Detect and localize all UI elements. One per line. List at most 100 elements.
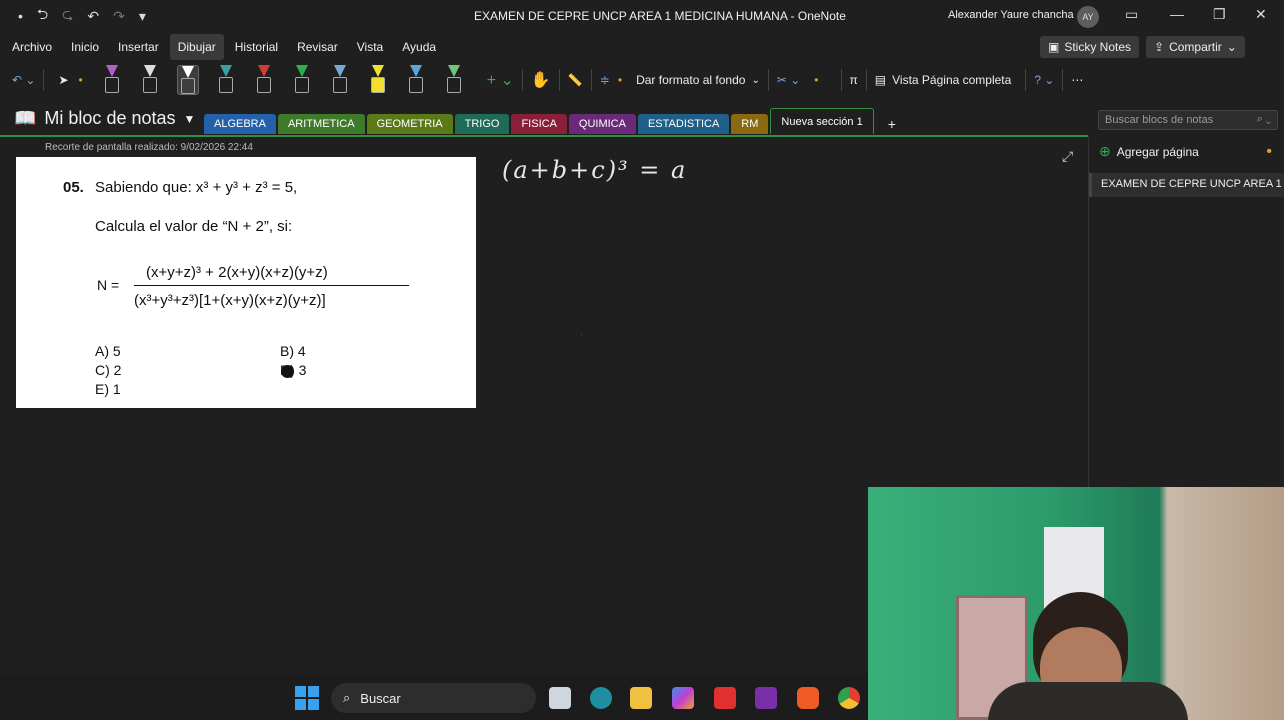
tab-quimica[interactable]: QUIMICA (568, 114, 636, 134)
menu-insertar[interactable]: Insertar (110, 34, 167, 60)
tab-geometria[interactable]: GEOMETRIA (366, 114, 453, 134)
menu-dibujar[interactable]: Dibujar (169, 34, 224, 60)
pen-tip-icon (181, 66, 194, 78)
customize-icon[interactable]: ▾ (139, 8, 146, 25)
undo-icon[interactable]: ↶ (87, 8, 99, 25)
pen-tip-icon (295, 65, 308, 77)
divider (521, 69, 523, 91)
pen-body-icon (332, 77, 347, 93)
highlighter-tool[interactable] (367, 65, 389, 95)
webcam-person-body (988, 682, 1188, 720)
pen-tip-icon (143, 65, 156, 77)
select-cursor-icon[interactable]: ➤ (58, 73, 68, 87)
add-pen-icon[interactable]: + ⌄ (487, 70, 514, 90)
format-background-button[interactable]: Dar formato al fondo (636, 73, 745, 87)
forward-icon[interactable]: ⮎ (62, 4, 73, 28)
avatar[interactable]: AY (1077, 6, 1099, 28)
pen-tip-icon (447, 65, 460, 77)
fullscreen-icon[interactable]: ▭ (1125, 6, 1138, 23)
pen-tool[interactable] (405, 65, 427, 95)
menu-revisar[interactable]: Revisar (289, 34, 346, 60)
share-button[interactable]: ⇪ Compartir ⌄ (1146, 36, 1245, 58)
pen-tool[interactable] (443, 65, 465, 95)
close-icon[interactable]: ✕ (1255, 6, 1267, 23)
page-entry[interactable]: EXAMEN DE CEPRE UNCP AREA 1 (1089, 173, 1284, 197)
search-icon[interactable]: ⌕ ⌄ (1257, 113, 1271, 126)
copilot-icon[interactable] (672, 687, 694, 709)
menu-ayuda[interactable]: Ayuda (394, 34, 444, 60)
tab-trigo[interactable]: TRIGO (454, 114, 510, 134)
task-view-icon[interactable] (549, 687, 571, 709)
search-placeholder: Buscar blocs de notas (1105, 114, 1214, 126)
full-page-view-button[interactable]: Vista Página completa (892, 73, 1011, 87)
taskbar-search[interactable]: ⌕ Buscar (331, 683, 536, 713)
file-explorer-icon[interactable] (630, 687, 652, 709)
help-icon[interactable]: ? ⌄ (1034, 73, 1054, 87)
screenshot-clip[interactable]: 05. Sabiendo que: x³ + y³ + z³ = 5, Calc… (16, 157, 476, 408)
pen-tool[interactable] (101, 65, 123, 95)
divider (43, 69, 45, 91)
problem-given: Sabiendo que: x³ + y³ + z³ = 5, (95, 179, 298, 196)
undo-ribbon-icon[interactable]: ↶ ⌄ (12, 73, 35, 87)
add-page-button[interactable]: ⊕ Agregar página (1099, 143, 1199, 160)
windows-start-icon[interactable] (295, 686, 319, 710)
pen-body-icon (142, 77, 157, 93)
wps-office-icon[interactable] (714, 687, 736, 709)
pen-tip-icon (105, 65, 118, 77)
more-icon[interactable]: ⋯ (1071, 73, 1083, 87)
menu-archivo[interactable]: Archivo (4, 34, 60, 60)
pen-tip-icon (257, 65, 270, 77)
tab-aritmetica[interactable]: ARITMETICA (277, 114, 365, 134)
redo-icon[interactable]: ↷ (113, 8, 125, 25)
tab-nueva-seccion-1[interactable]: Nueva sección 1 (770, 108, 874, 134)
option-b: B) 4 (280, 343, 306, 359)
restore-icon[interactable]: ❐ (1213, 6, 1226, 23)
add-page-label: Agregar página (1116, 144, 1199, 159)
handwritten-ink[interactable]: (a+b+c)³ = a (502, 156, 687, 184)
taskbar-search-label: Buscar (360, 690, 401, 706)
option-c: C) 2 (95, 362, 122, 378)
menu-vista[interactable]: Vista (349, 34, 391, 60)
tab-algebra[interactable]: ALGEBRA (204, 114, 276, 134)
pen-body-icon (408, 77, 423, 93)
vivaldi-icon[interactable] (590, 687, 612, 709)
tab-rm[interactable]: RM (731, 114, 769, 134)
pen-tip-icon (371, 65, 384, 77)
pen-tip-icon (219, 65, 232, 77)
menu-historial[interactable]: Historial (227, 34, 286, 60)
back-icon[interactable]: ⮌ (37, 4, 48, 28)
hand-icon[interactable]: ✋ (531, 70, 551, 90)
add-section-icon[interactable]: + (888, 116, 896, 134)
start-tile (295, 699, 306, 710)
share-icon: ⇪ (1154, 40, 1165, 54)
title-bar: • ⮌ ⮎ ↶ ↷ ▾ EXAMEN DE CEPRE UNCP AREA 1 … (0, 0, 1284, 32)
pen-tool[interactable] (253, 65, 275, 95)
brave-icon[interactable] (797, 687, 819, 709)
chevron-down-icon: ▼ (183, 111, 196, 126)
minimize-icon[interactable]: — (1170, 6, 1184, 22)
ruler-icon[interactable]: 📏 (568, 73, 583, 87)
webcam-overlay (868, 487, 1284, 720)
sticky-notes-label: Sticky Notes (1064, 40, 1132, 54)
pen-tool[interactable] (329, 65, 351, 95)
notebook-selector[interactable]: 📖 Mi bloc de notas ▼ (14, 108, 195, 129)
math-icon[interactable]: π (850, 73, 858, 87)
pen-tool[interactable] (215, 65, 237, 95)
onenote-icon[interactable] (755, 687, 777, 709)
chrome-icon[interactable] (838, 687, 860, 709)
dot-icon: • (1266, 143, 1272, 160)
search-notebooks-input[interactable]: Buscar blocs de notas ⌕ ⌄ (1098, 110, 1278, 130)
user-name[interactable]: Alexander Yaure chancha (948, 9, 1074, 21)
menu-inicio[interactable]: Inicio (63, 34, 107, 60)
pen-tool[interactable] (291, 65, 313, 95)
tab-estadistica[interactable]: ESTADISTICA (637, 114, 730, 134)
pen-tool-selected[interactable] (176, 65, 199, 95)
n-label: N = (97, 277, 120, 293)
tab-fisica[interactable]: FISICA (511, 114, 567, 134)
fraction-numerator: (x+y+z)³ + 2(x+y)(x+z)(y+z) (146, 264, 328, 281)
pen-tool[interactable] (139, 65, 161, 95)
sticky-notes-button[interactable]: ▣ Sticky Notes (1040, 36, 1140, 58)
expand-icon[interactable]: ⤢ (1062, 148, 1073, 165)
ink-align-icon[interactable]: ≑ (600, 73, 610, 87)
lasso-icon[interactable]: ✂ ⌄ (777, 73, 800, 87)
